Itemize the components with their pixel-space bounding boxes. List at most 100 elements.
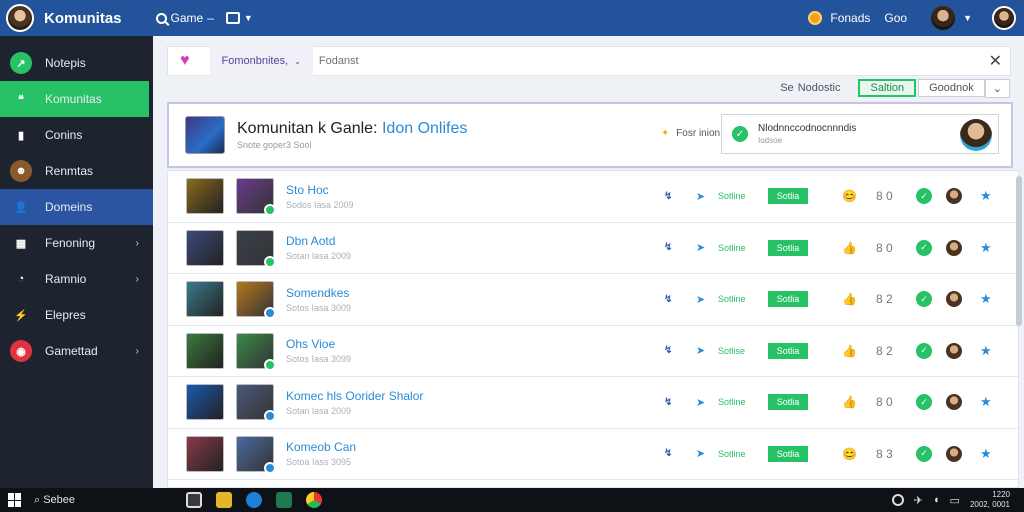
- sidebar-item[interactable]: ▮ Conins: [0, 117, 153, 153]
- sidebar-item[interactable]: ◔ Ramnio ›: [0, 261, 153, 297]
- check-icon[interactable]: ✓: [916, 188, 932, 205]
- row-name[interactable]: Dbn Aotd: [286, 234, 586, 248]
- member-avatar[interactable]: [946, 342, 962, 359]
- sidebar-item[interactable]: ◉ Gamettad ›: [0, 333, 153, 369]
- featured-game-card[interactable]: Komunitan k Ganle: Idon Onlifes Snote go…: [167, 102, 1013, 168]
- sidebar-item[interactable]: ❝ Komunitas: [0, 81, 149, 117]
- user-avatar[interactable]: [992, 6, 1016, 30]
- row-name[interactable]: Komeob Can: [286, 440, 586, 454]
- row-name[interactable]: Ohs Vioe: [286, 337, 586, 351]
- star-icon[interactable]: ★: [980, 343, 992, 359]
- edge-icon[interactable]: [246, 492, 262, 508]
- row-name[interactable]: Sto Hoc: [286, 183, 586, 197]
- check-icon[interactable]: ✓: [916, 394, 932, 411]
- star-icon[interactable]: ★: [980, 240, 992, 256]
- scrollbar[interactable]: [1016, 176, 1022, 326]
- pin-icon[interactable]: ↯: [664, 345, 672, 356]
- star-icon[interactable]: ★: [980, 446, 992, 462]
- taskbar: ⌕ Sebee ✈ ◖ ▭ 1220 2002, 0001: [0, 488, 1024, 512]
- sidebar-item[interactable]: 👤 Domeins: [0, 189, 153, 225]
- status-badge: Sotlia: [768, 394, 808, 411]
- pin-icon[interactable]: ↯: [664, 242, 672, 253]
- row-meta: Sotan lasa 2009: [286, 405, 352, 416]
- chevron-down-icon[interactable]: ▼: [963, 13, 972, 23]
- sidebar-item[interactable]: ⚡ Elepres: [0, 297, 153, 333]
- folder-icon[interactable]: [216, 492, 232, 508]
- send-icon[interactable]: ➤: [696, 241, 705, 254]
- list-item[interactable]: Komeob Can Sotoa Iass 3095 ↯ ➤ Sotline Sotlia…: [168, 429, 1018, 480]
- chat-bubble-icon: ◔: [10, 268, 32, 290]
- clock[interactable]: 1220 2002, 0001: [970, 490, 1010, 510]
- reaction-count: 8 0: [876, 240, 893, 255]
- more-label[interactable]: Goo: [884, 11, 907, 25]
- heart-icon[interactable]: ♥: [180, 52, 190, 70]
- house-icon[interactable]: [276, 492, 292, 508]
- other-button[interactable]: Goodnok: [918, 79, 985, 97]
- pin-icon[interactable]: ↯: [664, 397, 672, 408]
- star-icon[interactable]: ★: [980, 394, 992, 410]
- friend-avatar[interactable]: [931, 6, 956, 30]
- reaction-icon[interactable]: 👍: [842, 292, 857, 306]
- windows-icon[interactable]: [8, 493, 22, 507]
- online-button[interactable]: Saltion: [858, 79, 917, 97]
- sub-label[interactable]: Nodostic: [798, 82, 841, 94]
- send-icon[interactable]: ➤: [696, 447, 705, 460]
- sidebar-item[interactable]: ▦ Fenoning ›: [0, 225, 153, 261]
- pin-icon[interactable]: ↯: [664, 191, 672, 202]
- filter-tab[interactable]: Fomonbnites, ⌄: [209, 46, 313, 76]
- app-logo-avatar[interactable]: [6, 4, 34, 32]
- list-item[interactable]: Ohs Vioe Sotos Iasa 3099 ↯ ➤ Sotlise Sotlia 👍 8…: [168, 326, 1018, 377]
- member-avatar[interactable]: [946, 445, 962, 462]
- check-icon[interactable]: ✓: [916, 291, 932, 308]
- tray-icon[interactable]: [891, 494, 904, 506]
- reaction-icon[interactable]: 👍: [842, 344, 857, 358]
- row-names: Ohs Vioe Sotos Iasa 3099: [286, 337, 586, 364]
- reaction-icon[interactable]: 😊: [842, 447, 857, 461]
- battery-icon[interactable]: ▭: [950, 494, 960, 507]
- member-avatar[interactable]: [946, 394, 962, 411]
- reaction-icon[interactable]: 👍: [842, 395, 857, 409]
- send-icon[interactable]: ➤: [696, 344, 705, 357]
- reaction-icon[interactable]: 😊: [842, 189, 857, 203]
- chevron-down-icon[interactable]: ▼: [244, 13, 253, 23]
- store-icon[interactable]: [186, 492, 202, 508]
- send-icon[interactable]: ➤: [696, 190, 705, 203]
- list-item[interactable]: Komec hls Oorider Shalor Sotan lasa 2009 ↯…: [168, 377, 1018, 429]
- star-icon[interactable]: ★: [980, 291, 992, 307]
- sidebar-item[interactable]: ☻ Renmtas: [0, 153, 153, 189]
- game-thumbnail: [185, 116, 225, 154]
- row-name[interactable]: Komec hls Oorider Shalor: [286, 389, 586, 403]
- check-icon[interactable]: ✓: [916, 445, 932, 462]
- pin-icon[interactable]: ↯: [664, 448, 672, 459]
- dropdown-button[interactable]: ⌄: [984, 78, 1010, 98]
- volume-icon[interactable]: ◖: [933, 494, 940, 506]
- notice-card[interactable]: ✓ Nlodnnccodnocnnndis Iodsoe: [721, 114, 999, 154]
- list-item[interactable]: Somendkes Sotos Iasa 3009 ↯ ➤ Sotline Sotlia 👍…: [168, 274, 1018, 326]
- game-thumbnail: [186, 435, 224, 472]
- sidebar-item[interactable]: ↗ Notepis: [0, 45, 153, 81]
- row-name[interactable]: Somendkes: [286, 286, 586, 300]
- close-icon[interactable]: ✕: [989, 51, 1002, 71]
- network-icon[interactable]: ✈: [914, 494, 923, 507]
- check-icon[interactable]: ✓: [916, 342, 932, 359]
- chrome-icon[interactable]: [306, 492, 322, 508]
- list-item[interactable]: Sto Hoc Sodos Iasa 2009 ↯ ➤ Sotline Sotlia 😊 8 …: [168, 171, 1018, 223]
- star-icon[interactable]: ★: [980, 188, 992, 204]
- chat-icon: ❝: [10, 88, 32, 110]
- send-icon[interactable]: ➤: [696, 293, 705, 306]
- sidebar-item-label: Renmtas: [45, 164, 94, 178]
- list-item[interactable]: Dbn Aotd Sotan lasa 2009 ↯ ➤ Sotline Sotlia 👍 8…: [168, 223, 1018, 274]
- points-label[interactable]: Fonads: [830, 11, 870, 25]
- taskbar-search[interactable]: ⌕ Sebee: [34, 494, 75, 507]
- check-icon[interactable]: ✓: [916, 239, 932, 256]
- game-thumbnail: [186, 384, 224, 421]
- window-switch-icon[interactable]: [225, 12, 240, 24]
- pin-icon[interactable]: ↯: [664, 294, 672, 305]
- member-avatar[interactable]: [946, 239, 962, 256]
- member-avatar[interactable]: [946, 188, 962, 205]
- game-search[interactable]: Game –: [155, 11, 214, 25]
- send-icon[interactable]: ➤: [696, 396, 705, 409]
- member-avatar[interactable]: [946, 291, 962, 308]
- reaction-icon[interactable]: 👍: [842, 241, 857, 255]
- filter-search-input[interactable]: [318, 55, 919, 67]
